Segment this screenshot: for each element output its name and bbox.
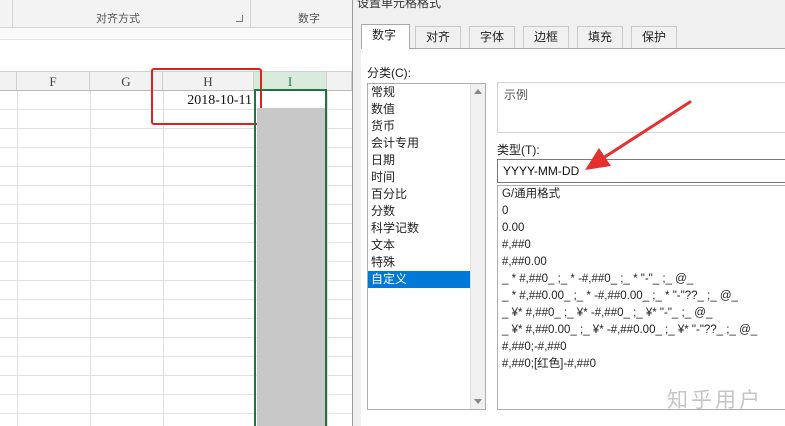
format-item[interactable]: #,##0 <box>498 237 785 254</box>
spreadsheet: 对齐方式 数字 F G H I 2018-10-11 <box>0 0 352 426</box>
tab-alignment[interactable]: 对齐 <box>415 26 461 48</box>
ribbon-group-alignment: 对齐方式 <box>96 13 140 25</box>
tab-protection[interactable]: 保护 <box>631 26 677 48</box>
tab-fill[interactable]: 填充 <box>577 26 623 48</box>
category-item[interactable]: 自定义 <box>368 271 485 288</box>
format-item[interactable]: _ * #,##0_ ;_ * -#,##0_ ;_ * "-"_ ;_ @_ <box>498 271 785 288</box>
annotation-arrow-icon <box>585 100 692 170</box>
tab-number[interactable]: 数字 <box>361 24 410 49</box>
category-item[interactable]: 时间 <box>368 169 485 186</box>
format-item[interactable]: #,##0;[红色]-#,##0 <box>498 356 785 373</box>
category-item[interactable]: 会计专用 <box>368 135 485 152</box>
category-item[interactable]: 分数 <box>368 203 485 220</box>
category-item[interactable]: 数值 <box>368 101 485 118</box>
grid-vline <box>163 91 164 426</box>
column-header-next[interactable] <box>327 72 352 91</box>
category-list[interactable]: 常规 数值 货币 会计专用 日期 时间 百分比 分数 科学记数 文本 特殊 自定义 <box>367 83 486 410</box>
ribbon-bar: 对齐方式 数字 <box>0 0 352 28</box>
tab-font[interactable]: 字体 <box>469 26 515 48</box>
sample-label: 示例 <box>504 86 529 103</box>
ribbon-separator <box>250 0 251 28</box>
category-item[interactable]: 百分比 <box>368 186 485 203</box>
category-scrollbar[interactable] <box>470 84 485 409</box>
scroll-up-icon[interactable] <box>474 89 482 94</box>
category-items: 常规 数值 货币 会计专用 日期 时间 百分比 分数 科学记数 文本 特殊 自定义 <box>368 84 485 288</box>
watermark: 知乎用户 <box>667 389 763 412</box>
type-label: 类型(T): <box>497 143 540 157</box>
format-item[interactable]: #,##0.00 <box>498 254 785 271</box>
format-item[interactable]: 0 <box>498 203 785 220</box>
format-item[interactable]: 0.00 <box>498 220 785 237</box>
category-item[interactable]: 科学记数 <box>368 220 485 237</box>
column-header-prev[interactable] <box>0 72 17 91</box>
tab-border[interactable]: 边框 <box>523 26 569 48</box>
category-item[interactable]: 特殊 <box>368 254 485 271</box>
category-item[interactable]: 常规 <box>368 84 485 101</box>
format-item[interactable]: G/通用格式 <box>498 186 785 203</box>
grid-vline <box>17 91 18 426</box>
highlight-annotation-box <box>151 68 262 125</box>
alignment-dialog-launcher-icon[interactable] <box>236 15 243 22</box>
selection-border <box>254 89 327 426</box>
dialog-title: 设置单元格格式 <box>357 0 442 10</box>
category-item[interactable]: 货币 <box>368 118 485 135</box>
column-header-f[interactable]: F <box>17 72 90 91</box>
format-cells-dialog: 设置单元格格式 数字 对齐 字体 边框 填充 保护 分类(C): 常规 数值 货币会… <box>352 0 785 426</box>
format-items: G/通用格式 0 0.00 #,##0 #,##0.00 _ * #,##0_ ;_ * … <box>498 186 785 373</box>
format-item[interactable]: _ * #,##0.00_ ;_ * -#,##0.00_ ;_ * "-"??… <box>498 288 785 305</box>
formula-bar[interactable] <box>0 28 352 40</box>
ribbon-separator <box>12 0 13 28</box>
category-label: 分类(C): <box>367 66 411 80</box>
format-item[interactable]: _ ¥* #,##0.00_ ;_ ¥* -#,##0.00_ ;_ ¥* "-… <box>498 322 785 339</box>
grid-vline <box>327 91 328 426</box>
format-code-list[interactable]: G/通用格式 0 0.00 #,##0 #,##0.00 _ * #,##0_ ;_ * … <box>497 185 785 410</box>
category-item[interactable]: 文本 <box>368 237 485 254</box>
scroll-down-icon[interactable] <box>474 399 482 404</box>
grid-vline <box>90 91 91 426</box>
format-item[interactable]: _ ¥* #,##0_ ;_ ¥* -#,##0_ ;_ ¥* "-"_ ;_ … <box>498 305 785 322</box>
ribbon-group-number: 数字 <box>298 13 320 25</box>
format-item[interactable]: #,##0;-#,##0 <box>498 339 785 356</box>
category-item[interactable]: 日期 <box>368 152 485 169</box>
